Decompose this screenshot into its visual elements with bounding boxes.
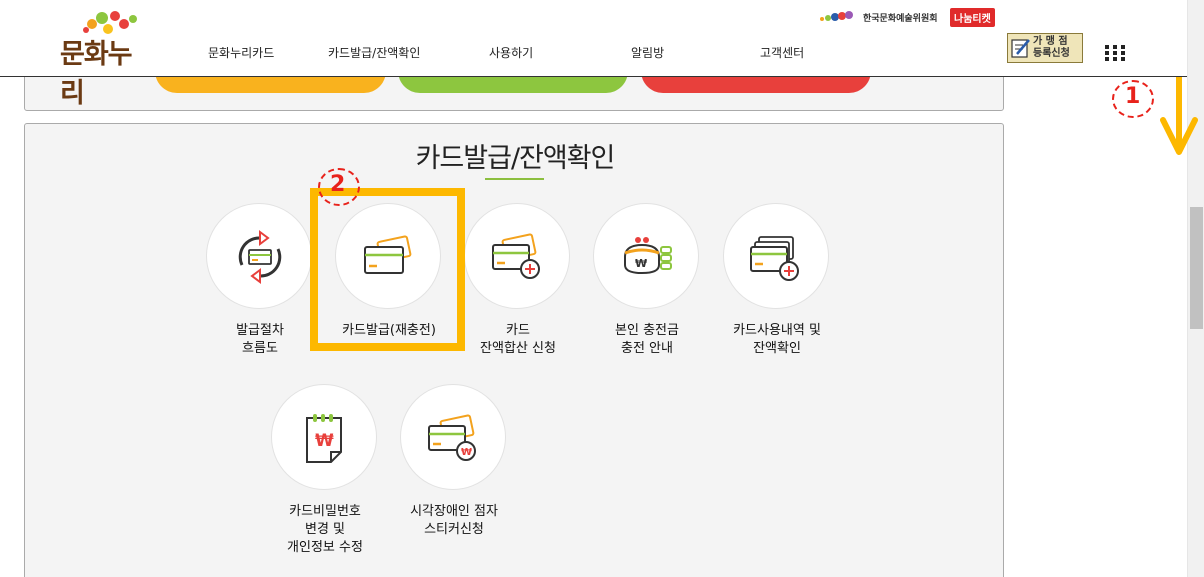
scrollbar-thumb[interactable] <box>1190 207 1203 329</box>
menu-label: 카드사용내역 및 잔액확인 <box>733 323 821 356</box>
menu-circle <box>206 203 312 309</box>
site-logo[interactable]: 문화누리 <box>60 10 155 109</box>
step1-number: 1 <box>1125 84 1141 109</box>
nav-item-munhwanuri-card[interactable]: 문화누리카드 <box>208 44 274 61</box>
franchise-text: 가 맹 점 등록신청 <box>1033 36 1070 60</box>
menu-label: 발급절차 흐름도 <box>236 323 284 356</box>
svg-text:₩: ₩ <box>315 431 334 451</box>
menu-circle: ₩ <box>271 384 377 490</box>
logo-text: 문화누리 <box>60 39 133 109</box>
wallet-won-icon: ₩ <box>624 237 672 275</box>
menu-label: 카드발급(재충전) <box>342 323 436 338</box>
page: 문화누리 문화누리카드 카드발급/잔액확인 사용하기 알림방 고객센터 한국문화… <box>0 0 1204 577</box>
section-title: 카드발급/잔액확인 <box>415 143 616 174</box>
menu-label: 카드 잔액합산 신청 <box>480 323 556 356</box>
menu-label: 카드비밀번호 변경 및 개인정보 수정 <box>287 504 363 555</box>
nav-item-customer-center[interactable]: 고객센터 <box>760 44 804 61</box>
menu-label: 시각장애인 점자 스티커신청 <box>410 504 498 537</box>
all-menu-grid-icon[interactable] <box>1105 45 1127 61</box>
menu-circle: ₩ <box>593 203 699 309</box>
refresh-card-icon <box>238 230 282 284</box>
menu-label: 본인 충전금 충전 안내 <box>615 323 679 356</box>
nav-item-usage[interactable]: 사용하기 <box>489 44 533 61</box>
title-underline <box>485 178 544 180</box>
nav-item-notice[interactable]: 알림방 <box>631 44 664 61</box>
franchise-line2: 등록신청 <box>1033 48 1070 59</box>
step2-number: 2 <box>330 172 346 197</box>
svg-text:₩: ₩ <box>635 257 647 270</box>
card-won-icon: ₩ <box>428 414 476 461</box>
franchise-line1: 가 맹 점 <box>1033 36 1068 47</box>
nanum-ticket-link[interactable]: 나눔티켓 <box>950 8 995 27</box>
site-header: 문화누리 문화누리카드 카드발급/잔액확인 사용하기 알림방 고객센터 한국문화… <box>0 0 1187 109</box>
notepad-won-icon: ₩ <box>306 414 342 463</box>
pencil-note-icon <box>1011 39 1030 58</box>
card-issue-section: 카드발급/잔액확인 발급절차 흐름도 카드발급(재충전) 카드 잔액합산 신청 … <box>24 123 1004 577</box>
card-plus-icon <box>492 233 540 279</box>
arko-logo-icon <box>820 11 853 21</box>
menu-circle <box>464 203 570 309</box>
card-history-icon <box>750 236 799 281</box>
card-icon <box>364 235 412 274</box>
menu-circle <box>723 203 829 309</box>
svg-text:₩: ₩ <box>461 447 472 458</box>
org-link[interactable]: 한국문화예술위원회 <box>863 11 938 24</box>
menu-circle: ₩ <box>400 384 506 490</box>
franchise-register-button[interactable]: 가 맹 점 등록신청 <box>1007 33 1083 63</box>
menu-circle <box>335 203 441 309</box>
nav-item-card-issue[interactable]: 카드발급/잔액확인 <box>328 44 420 61</box>
